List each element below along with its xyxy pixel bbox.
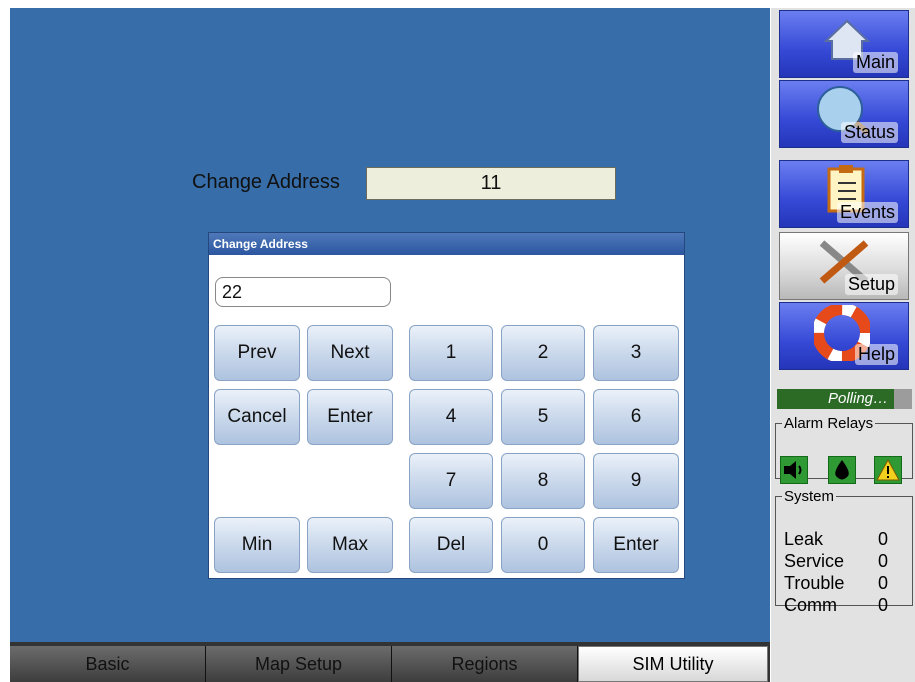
prev-button[interactable]: Prev xyxy=(214,325,300,381)
alarm-relays-group: Alarm Relays xyxy=(775,415,913,484)
system-title: System xyxy=(784,488,835,505)
enter-button-left[interactable]: Enter xyxy=(307,389,393,445)
nav-events-label: Events xyxy=(836,202,898,223)
key-9[interactable]: 9 xyxy=(593,453,679,509)
nav-help-button[interactable]: Help xyxy=(779,302,909,370)
system-group: System Leak 0 Service 0 Trouble 0 Comm 0 xyxy=(775,488,913,615)
system-row-label: Trouble xyxy=(784,573,845,593)
nav-setup-label: Setup xyxy=(844,274,898,295)
system-row-service: Service 0 xyxy=(784,551,894,571)
tab-basic[interactable]: Basic xyxy=(10,646,206,682)
key-6[interactable]: 6 xyxy=(593,389,679,445)
key-8[interactable]: 8 xyxy=(501,453,585,509)
change-address-label: Change Address xyxy=(192,171,340,193)
nav-main-label: Main xyxy=(852,52,898,73)
key-0[interactable]: 0 xyxy=(501,517,585,573)
system-row-value: 0 xyxy=(877,573,888,593)
warning-icon xyxy=(874,456,902,484)
sidebar: Main Status Events Setup Help Polling… A… xyxy=(771,8,915,682)
next-button[interactable]: Next xyxy=(307,325,393,381)
nav-status-label: Status xyxy=(840,122,898,143)
dialog-title: Change Address xyxy=(209,233,684,255)
tab-map-setup[interactable]: Map Setup xyxy=(206,646,392,682)
key-7[interactable]: 7 xyxy=(409,453,493,509)
nav-setup-button[interactable]: Setup xyxy=(779,232,909,300)
system-row-value: 0 xyxy=(877,551,888,571)
tab-bar: Basic Map Setup Regions SIM Utility xyxy=(10,642,770,682)
dialog-input[interactable]: 22 xyxy=(215,277,391,307)
polling-indicator: Polling… xyxy=(777,389,912,409)
max-button[interactable]: Max xyxy=(307,517,393,573)
system-row-value: 0 xyxy=(877,595,888,615)
nav-help-label: Help xyxy=(854,344,898,365)
speaker-icon xyxy=(780,456,808,484)
drop-icon xyxy=(828,456,856,484)
nav-events-button[interactable]: Events xyxy=(779,160,909,228)
key-3[interactable]: 3 xyxy=(593,325,679,381)
system-row-label: Leak xyxy=(784,529,824,549)
system-row-label: Comm xyxy=(784,595,837,615)
polling-progress-segment xyxy=(894,389,912,409)
change-address-field[interactable]: 11 xyxy=(366,167,616,200)
key-1[interactable]: 1 xyxy=(409,325,493,381)
tab-sim-utility[interactable]: SIM Utility xyxy=(578,646,768,682)
tab-regions[interactable]: Regions xyxy=(392,646,578,682)
cancel-button[interactable]: Cancel xyxy=(214,389,300,445)
system-row-leak: Leak 0 xyxy=(784,529,894,549)
system-row-comm: Comm 0 xyxy=(784,595,894,615)
system-row-trouble: Trouble 0 xyxy=(784,573,894,593)
key-5[interactable]: 5 xyxy=(501,389,585,445)
key-4[interactable]: 4 xyxy=(409,389,493,445)
enter-button-right[interactable]: Enter xyxy=(593,517,679,573)
nav-status-button[interactable]: Status xyxy=(779,80,909,148)
delete-button[interactable]: Del xyxy=(409,517,493,573)
system-row-value: 0 xyxy=(877,529,888,549)
alarm-relays-title: Alarm Relays xyxy=(784,415,874,432)
min-button[interactable]: Min xyxy=(214,517,300,573)
change-address-dialog: Change Address 22 Prev Next Cancel Enter… xyxy=(208,232,685,579)
nav-main-button[interactable]: Main xyxy=(779,10,909,78)
polling-text: Polling… xyxy=(827,390,888,407)
system-row-label: Service xyxy=(784,551,845,571)
key-2[interactable]: 2 xyxy=(501,325,585,381)
